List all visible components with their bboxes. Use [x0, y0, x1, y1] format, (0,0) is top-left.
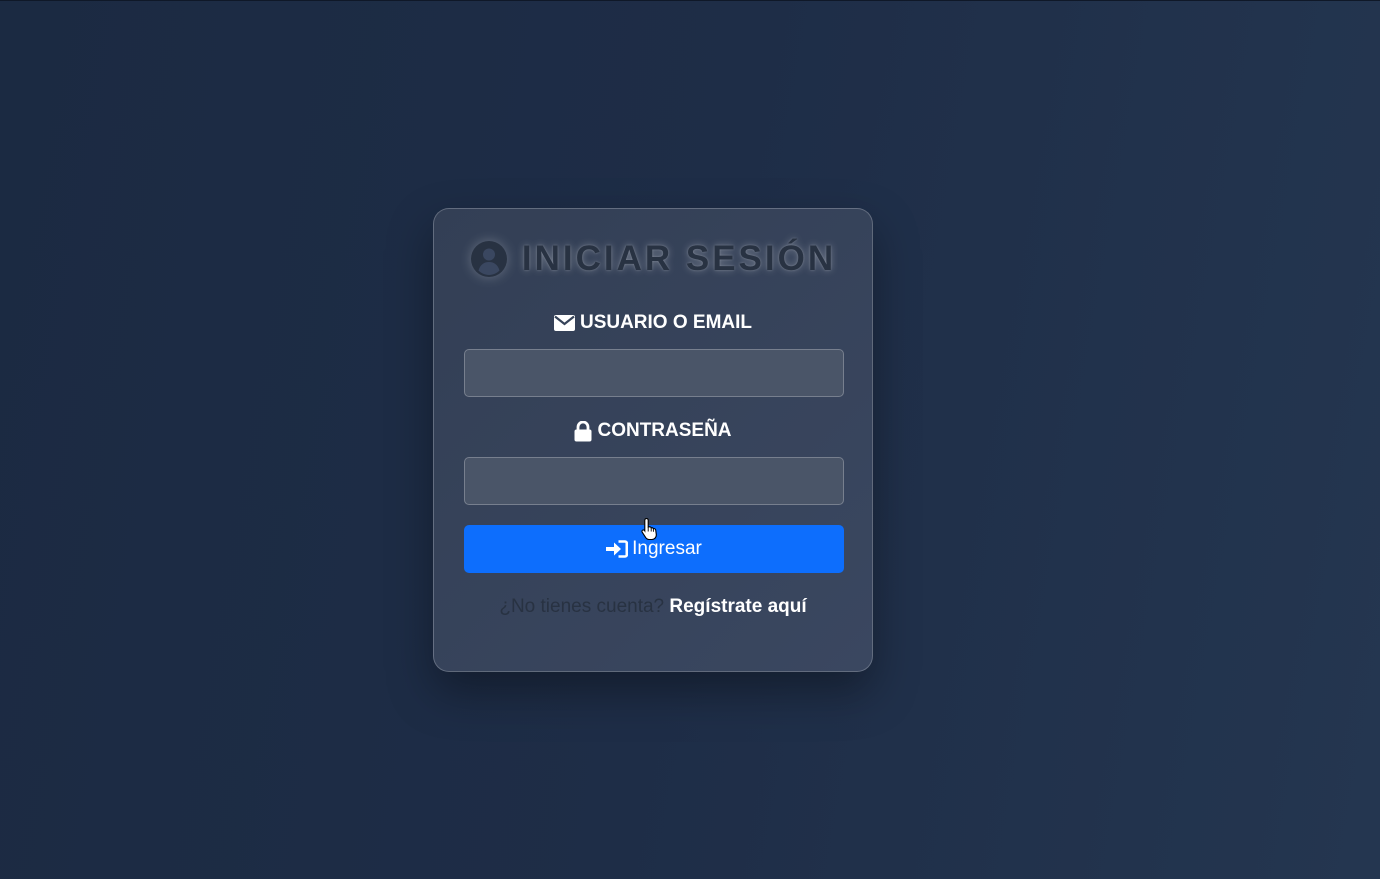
register-prompt-text: ¿No tienes cuenta? — [499, 596, 665, 617]
username-label: USUARIO O EMAIL — [434, 312, 872, 334]
password-label: CONTRASEÑA — [434, 420, 872, 442]
login-button-label: Ingresar — [632, 538, 702, 559]
login-button[interactable]: Ingresar — [464, 525, 844, 573]
sign-in-icon — [606, 540, 629, 558]
password-input[interactable] — [464, 457, 844, 505]
register-link[interactable]: Regístrate aquí — [669, 596, 806, 617]
window-top-border — [0, 0, 1380, 1]
username-input[interactable] — [464, 349, 844, 397]
register-prompt: ¿No tienes cuenta? Regístrate aquí — [434, 596, 872, 618]
login-card: INICIAR SESIÓN USUARIO O EMAIL CONTRASEÑ… — [433, 208, 873, 672]
user-circle-icon — [470, 241, 507, 277]
lock-icon — [574, 420, 592, 441]
password-label-text: CONTRASEÑA — [597, 420, 732, 441]
username-label-text: USUARIO O EMAIL — [579, 312, 753, 333]
page-title: INICIAR SESIÓN — [434, 239, 872, 279]
page-title-text: INICIAR SESIÓN — [521, 239, 837, 278]
envelope-icon — [553, 315, 575, 331]
